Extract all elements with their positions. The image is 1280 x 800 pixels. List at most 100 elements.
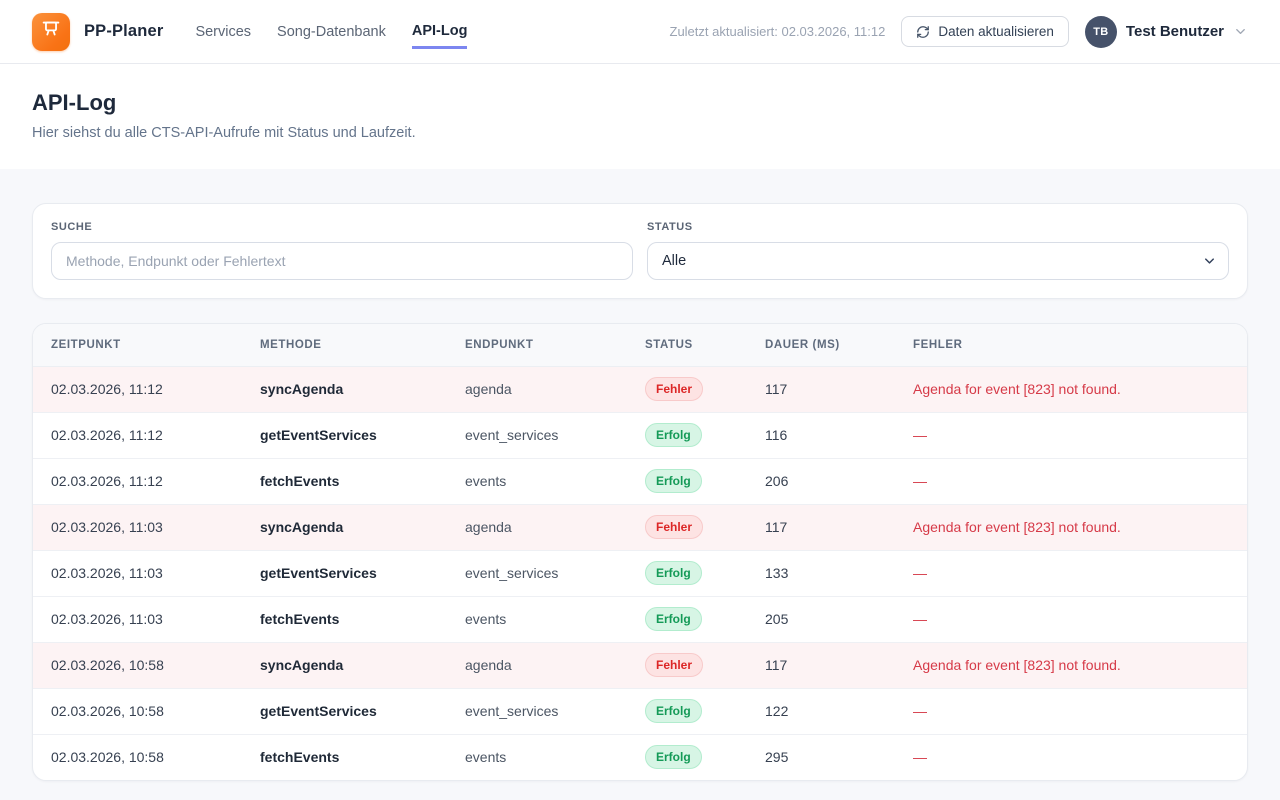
status-badge: Erfolg [645, 423, 702, 447]
cell-endpoint: events [447, 458, 627, 504]
cell-error: — [895, 458, 1247, 504]
app-logo [32, 13, 70, 51]
cell-status: Erfolg [627, 596, 747, 642]
cell-endpoint: event_services [447, 550, 627, 596]
cell-timestamp: 02.03.2026, 11:12 [33, 412, 242, 458]
table-row: 02.03.2026, 11:03 syncAgenda agenda Fehl… [33, 504, 1247, 550]
table-row: 02.03.2026, 11:12 fetchEvents events Erf… [33, 458, 1247, 504]
nav-item-services[interactable]: Services [195, 16, 251, 47]
status-select-wrap: Alle [647, 242, 1229, 280]
table-row: 02.03.2026, 10:58 fetchEvents events Erf… [33, 734, 1247, 780]
table-row: 02.03.2026, 11:12 syncAgenda agenda Fehl… [33, 366, 1247, 412]
cell-method: syncAgenda [242, 642, 447, 688]
table-row: 02.03.2026, 11:12 getEventServices event… [33, 412, 1247, 458]
nav-item-api-log[interactable]: API-Log [412, 15, 468, 49]
avatar: TB [1085, 16, 1117, 48]
cell-timestamp: 02.03.2026, 10:58 [33, 688, 242, 734]
cell-status: Fehler [627, 504, 747, 550]
main-content: SUCHE STATUS Alle [0, 169, 1280, 781]
last-updated-text: Zuletzt aktualisiert: 02.03.2026, 11:12 [670, 24, 886, 39]
cell-endpoint: agenda [447, 642, 627, 688]
status-field-group: STATUS Alle [647, 221, 1229, 280]
table-row: 02.03.2026, 10:58 syncAgenda agenda Fehl… [33, 642, 1247, 688]
search-field-group: SUCHE [51, 221, 633, 280]
status-select[interactable]: Alle [647, 242, 1229, 280]
refresh-icon [916, 25, 930, 39]
table-row: 02.03.2026, 11:03 fetchEvents events Erf… [33, 596, 1247, 642]
col-zeitpunkt: ZEITPUNKT [33, 324, 242, 366]
cell-error: — [895, 596, 1247, 642]
cell-status: Erfolg [627, 734, 747, 780]
page-head: API-Log Hier siehst du alle CTS-API-Aufr… [0, 64, 1280, 169]
col-dauer: DAUER (MS) [747, 324, 895, 366]
status-badge: Erfolg [645, 469, 702, 493]
status-label: STATUS [647, 221, 1229, 233]
log-table-body: 02.03.2026, 11:12 syncAgenda agenda Fehl… [33, 366, 1247, 780]
col-fehler: FEHLER [895, 324, 1247, 366]
cell-method: syncAgenda [242, 504, 447, 550]
cell-timestamp: 02.03.2026, 11:12 [33, 458, 242, 504]
cell-endpoint: event_services [447, 688, 627, 734]
cell-timestamp: 02.03.2026, 11:03 [33, 596, 242, 642]
status-badge: Fehler [645, 377, 703, 401]
user-menu[interactable]: TB Test Benutzer [1085, 16, 1248, 48]
cell-endpoint: events [447, 596, 627, 642]
cell-endpoint: event_services [447, 412, 627, 458]
table-row: 02.03.2026, 10:58 getEventServices event… [33, 688, 1247, 734]
cell-error: — [895, 688, 1247, 734]
page-title: API-Log [32, 90, 1248, 116]
page-subtitle: Hier siehst du alle CTS-API-Aufrufe mit … [32, 125, 1248, 141]
nav-item-song-datenbank[interactable]: Song-Datenbank [277, 16, 386, 47]
cell-status: Fehler [627, 642, 747, 688]
cell-duration: 205 [747, 596, 895, 642]
cell-endpoint: agenda [447, 504, 627, 550]
cell-endpoint: agenda [447, 366, 627, 412]
status-badge: Erfolg [645, 699, 702, 723]
cell-duration: 295 [747, 734, 895, 780]
cell-duration: 117 [747, 642, 895, 688]
status-badge: Erfolg [645, 561, 702, 585]
cell-error: — [895, 734, 1247, 780]
cell-timestamp: 02.03.2026, 10:58 [33, 642, 242, 688]
cell-duration: 117 [747, 366, 895, 412]
brand: PP-Planer [32, 13, 163, 51]
cell-timestamp: 02.03.2026, 11:03 [33, 504, 242, 550]
col-status: STATUS [627, 324, 747, 366]
cell-method: fetchEvents [242, 596, 447, 642]
cell-duration: 206 [747, 458, 895, 504]
cell-status: Fehler [627, 366, 747, 412]
status-badge: Erfolg [645, 607, 702, 631]
topbar: PP-Planer Services Song-Datenbank API-Lo… [0, 0, 1280, 64]
search-input[interactable] [51, 242, 633, 280]
cell-status: Erfolg [627, 412, 747, 458]
cell-method: getEventServices [242, 550, 447, 596]
cell-endpoint: events [447, 734, 627, 780]
status-badge: Fehler [645, 653, 703, 677]
refresh-data-button[interactable]: Daten aktualisieren [901, 16, 1069, 47]
presentation-icon [40, 18, 62, 45]
cell-status: Erfolg [627, 550, 747, 596]
user-name: Test Benutzer [1126, 23, 1224, 40]
cell-status: Erfolg [627, 688, 747, 734]
cell-timestamp: 02.03.2026, 11:12 [33, 366, 242, 412]
topbar-right: Zuletzt aktualisiert: 02.03.2026, 11:12 … [670, 16, 1249, 48]
cell-duration: 117 [747, 504, 895, 550]
cell-method: getEventServices [242, 688, 447, 734]
cell-method: fetchEvents [242, 734, 447, 780]
cell-method: syncAgenda [242, 366, 447, 412]
main-nav: Services Song-Datenbank API-Log [195, 15, 467, 49]
cell-status: Erfolg [627, 458, 747, 504]
cell-duration: 122 [747, 688, 895, 734]
cell-timestamp: 02.03.2026, 11:03 [33, 550, 242, 596]
table-row: 02.03.2026, 11:03 getEventServices event… [33, 550, 1247, 596]
search-label: SUCHE [51, 221, 633, 233]
col-endpunkt: ENDPUNKT [447, 324, 627, 366]
refresh-button-label: Daten aktualisieren [938, 24, 1054, 39]
table-header: ZEITPUNKT METHODE ENDPUNKT STATUS DAUER … [33, 324, 1247, 366]
cell-duration: 133 [747, 550, 895, 596]
status-badge: Erfolg [645, 745, 702, 769]
api-log-table-card: ZEITPUNKT METHODE ENDPUNKT STATUS DAUER … [32, 323, 1248, 781]
cell-timestamp: 02.03.2026, 10:58 [33, 734, 242, 780]
cell-error: Agenda for event [823] not found. [895, 504, 1247, 550]
filter-card: SUCHE STATUS Alle [32, 203, 1248, 299]
